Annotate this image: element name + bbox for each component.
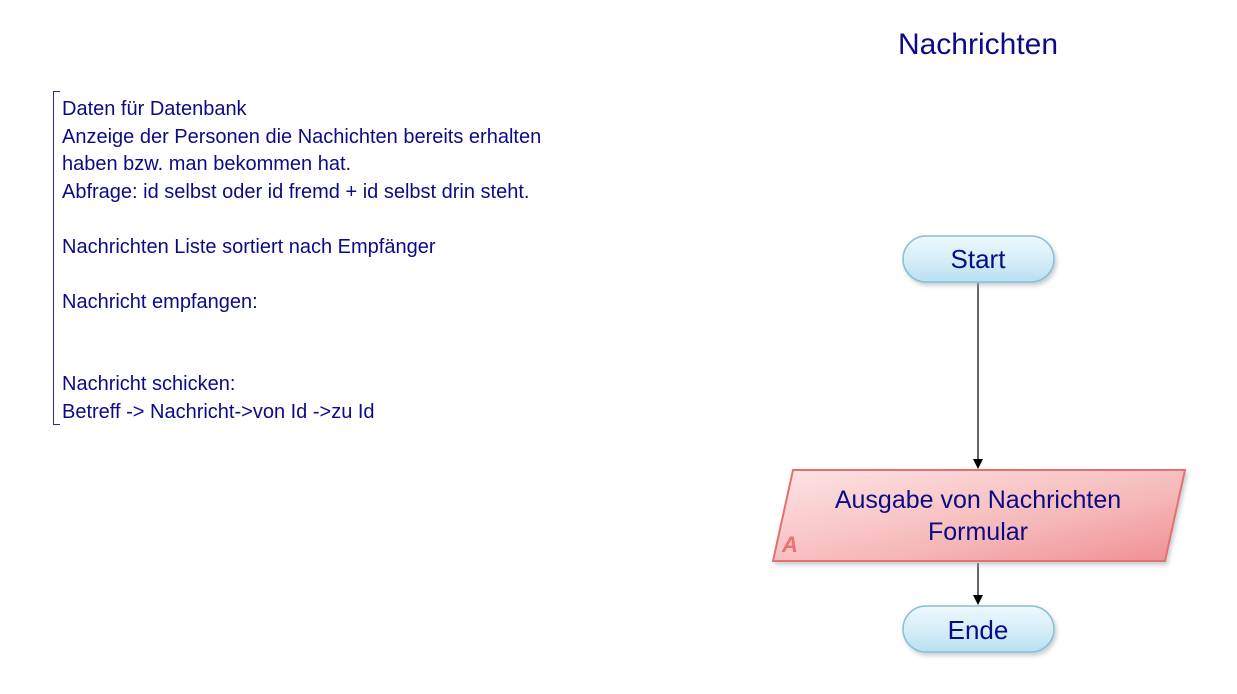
output-node-label-line1: Ausgabe von Nachrichten <box>835 486 1121 514</box>
output-node-shape <box>771 469 1187 562</box>
flowchart: Start Ausgabe von Nachrichten Formular A… <box>771 235 1187 653</box>
start-node-label: Start <box>951 244 1007 274</box>
output-node-label-line2: Formular <box>928 518 1028 546</box>
start-node[interactable]: Start <box>902 235 1055 283</box>
end-node-label: Ende <box>948 615 1009 645</box>
output-node-marker: A <box>781 532 798 557</box>
end-node[interactable]: Ende <box>902 605 1055 653</box>
output-node[interactable]: Ausgabe von Nachrichten Formular A <box>771 469 1187 562</box>
